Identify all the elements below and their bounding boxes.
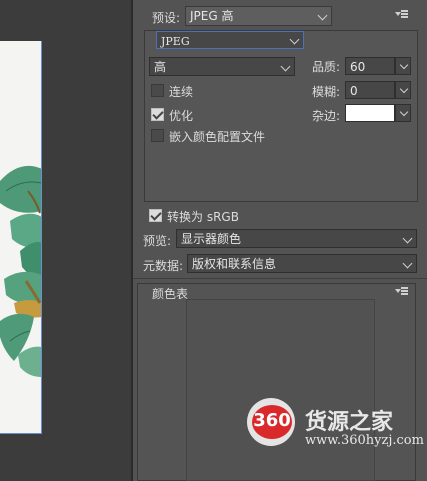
progressive-checkbox[interactable] — [151, 84, 164, 97]
matte-label: 杂边: — [312, 109, 341, 123]
metadata-value: 版权和联系信息 — [192, 257, 277, 271]
color-table-menu-icon[interactable] — [395, 286, 409, 296]
chevron-down-icon — [280, 61, 291, 72]
watermark-title: 货源之家 — [305, 410, 394, 435]
quality-dropdown-button[interactable] — [395, 57, 411, 75]
convert-srgb-checkbox[interactable] — [149, 209, 162, 222]
quality-value: 60 — [350, 60, 366, 74]
matte-color-swatch[interactable] — [345, 104, 395, 122]
format-dropdown[interactable]: JPEG — [156, 31, 304, 49]
quality-input[interactable]: 60 — [345, 57, 395, 75]
blur-value: 0 — [350, 84, 358, 98]
metadata-label: 元数据: — [143, 259, 184, 273]
format-value: JPEG — [161, 35, 190, 48]
chevron-down-icon — [399, 60, 409, 70]
quality-level-value: 高 — [154, 60, 167, 74]
watermark-url: www.360hyzj.com — [305, 433, 424, 448]
plant-illustration — [0, 166, 41, 377]
metadata-dropdown[interactable]: 版权和联系信息 — [187, 254, 417, 273]
preview-document — [0, 41, 42, 434]
chevron-down-icon — [402, 258, 413, 269]
panel-menu-icon[interactable] — [395, 9, 409, 19]
quality-label: 品质: — [312, 60, 341, 74]
preset-dropdown[interactable]: JPEG 高 — [185, 6, 332, 26]
quality-level-dropdown[interactable]: 高 — [149, 57, 295, 76]
watermark-logo-text: 360 — [253, 410, 291, 431]
preview-label: 预览: — [143, 234, 172, 248]
matte-dropdown-button[interactable] — [395, 104, 411, 122]
chevron-down-icon — [317, 10, 328, 21]
blur-input[interactable]: 0 — [345, 81, 395, 99]
color-table-grid[interactable] — [186, 299, 375, 481]
preview-value: 显示器颜色 — [181, 232, 242, 246]
chevron-down-icon — [399, 107, 409, 117]
preset-value: JPEG 高 — [190, 9, 234, 23]
chevron-down-icon — [289, 34, 300, 45]
color-table-title: 颜色表 — [152, 287, 189, 301]
chevron-down-icon — [402, 233, 413, 244]
optimized-checkbox[interactable] — [151, 108, 164, 121]
preset-label: 预设: — [152, 11, 181, 25]
progressive-label: 连续 — [169, 85, 194, 99]
convert-srgb-label: 转换为 sRGB — [167, 210, 239, 224]
embed-profile-label: 嵌入颜色配置文件 — [169, 130, 266, 144]
blur-label: 模糊: — [312, 85, 341, 99]
chevron-down-icon — [399, 84, 409, 94]
blur-dropdown-button[interactable] — [395, 81, 411, 99]
section-separator — [133, 278, 427, 279]
embed-profile-checkbox[interactable] — [151, 129, 164, 142]
checkmark-icon — [152, 108, 164, 120]
checkmark-icon — [150, 209, 162, 221]
preview-dropdown[interactable]: 显示器颜色 — [176, 229, 417, 248]
optimized-label: 优化 — [169, 109, 194, 123]
